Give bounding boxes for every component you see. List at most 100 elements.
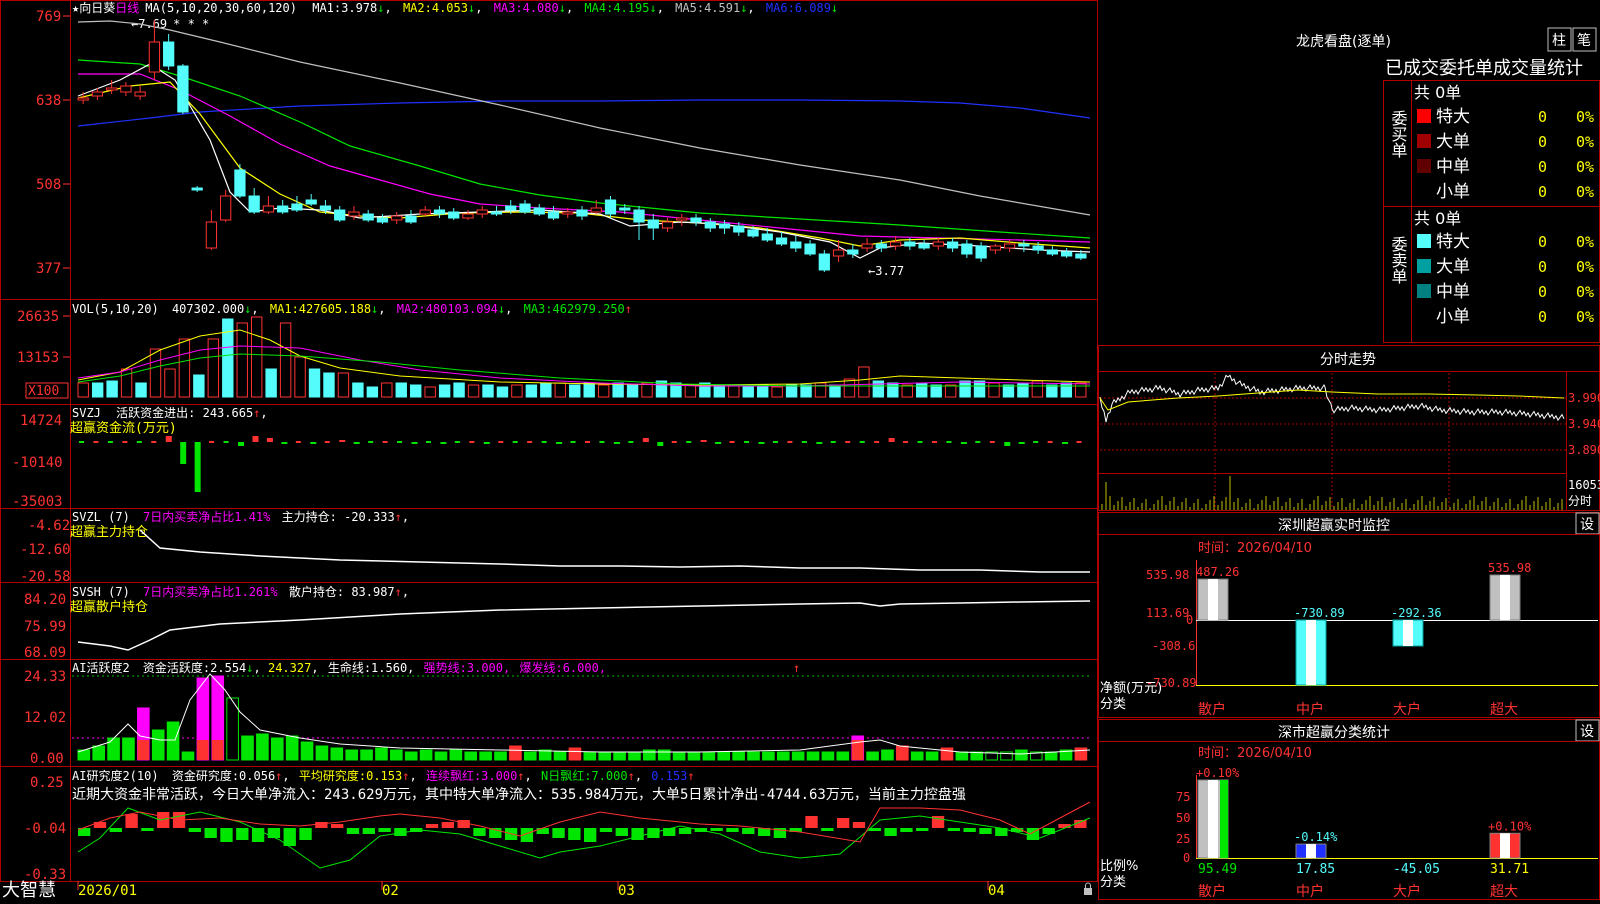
research-bar <box>821 828 834 831</box>
money-flow-bar <box>512 441 518 443</box>
svzl-tick: -20.58 <box>20 569 71 585</box>
svsh-y-axis: 84.20 75.99 68.09 <box>24 592 66 661</box>
arrow-icon: ↑ <box>395 585 402 599</box>
svzj-label: 活跃资金进出: <box>116 405 195 420</box>
activity-bar <box>285 735 299 761</box>
time-label: 03 <box>618 883 635 899</box>
money-flow-bar <box>642 438 649 442</box>
vol-ma2-label: MA2: <box>397 302 426 316</box>
volume-bar <box>381 382 393 398</box>
candle-body <box>220 195 232 221</box>
activity-bar <box>151 729 165 761</box>
consecutive-red-value: 3.000 <box>481 769 517 783</box>
money-flow-bar <box>223 441 229 443</box>
ma2-line <box>77 81 1091 249</box>
money-flow-bar <box>874 441 880 443</box>
activity-bar <box>464 751 478 761</box>
candle-body <box>661 221 674 229</box>
arrow-icon: ↓ <box>377 1 384 15</box>
money-flow-bar <box>599 441 605 443</box>
activity-bar-base <box>137 740 150 760</box>
activity-bar <box>583 751 597 761</box>
ratio-bar-highlight <box>1500 833 1510 858</box>
money-flow-bar <box>209 441 215 443</box>
ratio-value: 31.71 <box>1490 862 1529 877</box>
buy-m-swatch <box>1417 159 1431 173</box>
sz-monitor-tick: 113.69 <box>1146 606 1189 620</box>
activity-bar <box>241 735 254 761</box>
sell-row-pct: 0% <box>1576 283 1594 301</box>
kline-chart-area[interactable]: 769 638 508 377 ★向日葵日线 MA(5,10,20,30,60,1… <box>0 0 1098 901</box>
buy-l-swatch <box>1417 134 1431 148</box>
money-flow-bar <box>556 442 563 444</box>
candle-body <box>476 209 488 215</box>
volume-bar <box>843 378 856 398</box>
candle-body <box>319 205 332 211</box>
vol-tick: 13153 <box>17 350 59 366</box>
candle-body <box>1032 245 1044 251</box>
ma3-value: 4.080 <box>523 1 559 15</box>
sz-category-title: 深市超赢分类统计 <box>1278 724 1390 741</box>
lock-icon[interactable] <box>1084 882 1092 895</box>
candle-body <box>362 213 374 221</box>
ai-research-tick: 0.25 <box>30 775 64 791</box>
intraday-vol-tick: 16053 <box>1568 478 1600 492</box>
stock-name[interactable]: 向日葵 <box>79 0 115 15</box>
intraday-grid <box>1100 373 1566 510</box>
money-flow-bar <box>1018 442 1025 444</box>
activity-bar <box>613 751 626 761</box>
volume-bar <box>1017 382 1029 398</box>
volume-bar <box>785 384 798 398</box>
candle-body <box>1018 243 1030 247</box>
sz-monitor-y-caption: 净额(万元) <box>1100 681 1162 696</box>
candle-body <box>405 215 417 223</box>
dragon-tiger-header: 已成交委托单成交量统计 <box>1385 58 1583 79</box>
money-flow-bar <box>483 442 490 444</box>
research-bar <box>631 828 644 840</box>
net-amount-bar-highlight <box>1403 620 1413 647</box>
money-flow-bar <box>1076 441 1082 443</box>
activity-bar <box>747 751 760 761</box>
volume-bar <box>207 338 220 398</box>
arrow-icon: ↑ <box>517 769 524 783</box>
net-amount-bar-highlight <box>1208 579 1218 620</box>
money-flow-bar <box>1047 441 1053 443</box>
buy-row-label: 小单 <box>1436 182 1470 202</box>
vol-tick-marks <box>63 315 70 358</box>
activity-bar-base <box>211 740 224 760</box>
activity-bar <box>181 751 195 761</box>
research-bar <box>536 828 549 834</box>
arrow-icon: ↓ <box>498 302 505 316</box>
svsh-sublabel: 超赢散户持仓 <box>70 599 148 615</box>
research-bar <box>362 828 375 834</box>
activity-bar <box>896 745 909 761</box>
volume-bar <box>193 374 205 398</box>
price-tick: 508 <box>36 177 61 193</box>
volume-bar <box>106 380 118 398</box>
net-amount-label: -730.89 <box>1294 606 1345 620</box>
candle-body <box>134 91 146 97</box>
candle-body <box>590 207 602 213</box>
vol-bars <box>77 316 1087 398</box>
ma3-label: MA3: <box>494 1 523 15</box>
price-y-axis: 769 638 508 377 <box>36 9 61 277</box>
money-flow-bar <box>382 441 388 443</box>
vol-y-axis: 26635 13153 <box>17 309 59 366</box>
ai-research-summary: 近期大资金非常活跃，今日大单净流入：243.629万元，其中特大单净流入：535… <box>72 786 966 803</box>
sz-category-y-caption: 比例% <box>1100 859 1138 874</box>
activity-bar <box>345 749 358 761</box>
sell-side-label: 委卖单 <box>1389 236 1408 284</box>
avg-research-value: 0.153 <box>366 769 402 783</box>
star-icon[interactable]: ★ <box>72 1 79 15</box>
candle-body <box>946 241 959 249</box>
activity-bar <box>955 751 969 761</box>
ma-header: MA(5,10,20,30,60,120) <box>145 1 297 15</box>
money-flow-bar <box>295 441 301 443</box>
svzl-sublabel: 超赢主力持仓 <box>70 524 148 540</box>
sell-row-count: 0 <box>1538 233 1547 251</box>
net-amount-bar-highlight <box>1500 575 1510 620</box>
period-label[interactable]: 日线 <box>115 1 139 15</box>
volume-bar <box>641 382 653 398</box>
volume-bar <box>1075 382 1087 398</box>
candle-body <box>1060 251 1073 257</box>
